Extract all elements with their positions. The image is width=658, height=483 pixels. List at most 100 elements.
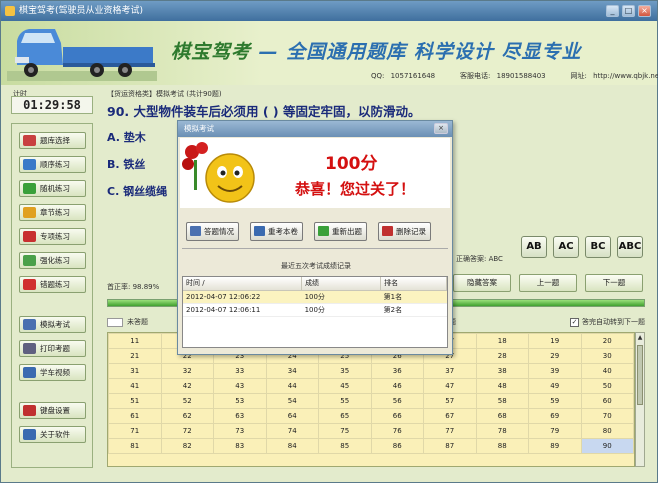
grid-cell[interactable]: 77 <box>423 423 477 439</box>
grid-cell[interactable]: 47 <box>423 378 477 394</box>
dialog-button-4[interactable]: 删除记录 <box>378 222 431 241</box>
sidebar-item-3[interactable]: 随机练习 <box>19 180 86 197</box>
dialog-button-2[interactable]: 重考本卷 <box>250 222 303 241</box>
records-column-header[interactable]: 排名 <box>380 277 447 291</box>
grid-cell[interactable]: 70 <box>580 408 634 424</box>
dialog-button-1[interactable]: 答题情况 <box>186 222 239 241</box>
sidebar-item-12[interactable]: 关于软件 <box>19 426 86 443</box>
sidebar-item-6[interactable]: 强化练习 <box>19 252 86 269</box>
scroll-up-icon[interactable]: ▲ <box>636 333 644 343</box>
grid-cell[interactable]: 11 <box>108 333 162 349</box>
sidebar-item-2[interactable]: 顺序练习 <box>19 156 86 173</box>
next-question-button[interactable]: 下一题 <box>585 274 643 292</box>
grid-cell[interactable]: 30 <box>580 348 634 364</box>
grid-cell[interactable]: 71 <box>108 423 162 439</box>
grid-cell[interactable]: 85 <box>318 438 372 454</box>
grid-cell[interactable]: 78 <box>475 423 529 439</box>
grid-cell[interactable]: 72 <box>160 423 214 439</box>
grid-cell[interactable]: 76 <box>370 423 424 439</box>
sidebar-item-8[interactable]: 模拟考试 <box>19 316 86 333</box>
grid-cell[interactable]: 69 <box>528 408 582 424</box>
grid-cell[interactable]: 42 <box>160 378 214 394</box>
grid-cell[interactable]: 19 <box>528 333 582 349</box>
grid-cell[interactable]: 37 <box>423 363 477 379</box>
hide-answer-button[interactable]: 隐藏答案 <box>453 274 511 292</box>
answer-bc-button[interactable]: BC <box>585 236 611 258</box>
grid-cell[interactable]: 48 <box>475 378 529 394</box>
grid-scrollbar[interactable]: ▲ <box>635 332 645 467</box>
grid-cell[interactable]: 59 <box>528 393 582 409</box>
records-column-header[interactable]: 时间 / <box>183 277 303 291</box>
grid-cell[interactable]: 65 <box>318 408 372 424</box>
sidebar-item-5[interactable]: 专项练习 <box>19 228 86 245</box>
dialog-button-3[interactable]: 重新出题 <box>314 222 367 241</box>
grid-cell[interactable]: 79 <box>528 423 582 439</box>
grid-cell[interactable]: 31 <box>108 363 162 379</box>
grid-cell[interactable]: 83 <box>213 438 267 454</box>
sidebar-item-4[interactable]: 章节练习 <box>19 204 86 221</box>
option-b[interactable]: B. 铁丝 <box>107 156 145 172</box>
grid-cell[interactable]: 63 <box>213 408 267 424</box>
close-button[interactable]: × <box>638 5 651 17</box>
grid-cell[interactable]: 53 <box>213 393 267 409</box>
grid-cell[interactable]: 81 <box>108 438 162 454</box>
sidebar-item-11[interactable]: 键盘设置 <box>19 402 86 419</box>
option-a[interactable]: A. 垫木 <box>107 129 146 145</box>
grid-cell[interactable]: 84 <box>265 438 319 454</box>
grid-cell[interactable]: 89 <box>528 438 582 454</box>
grid-cell[interactable]: 67 <box>423 408 477 424</box>
grid-cell[interactable]: 35 <box>318 363 372 379</box>
sidebar-item-1[interactable]: 题库选择 <box>19 132 86 149</box>
grid-cell[interactable]: 36 <box>370 363 424 379</box>
grid-cell[interactable]: 20 <box>580 333 634 349</box>
grid-cell[interactable]: 32 <box>160 363 214 379</box>
grid-cell[interactable]: 90 <box>580 438 634 454</box>
grid-cell[interactable]: 55 <box>318 393 372 409</box>
grid-cell[interactable]: 33 <box>213 363 267 379</box>
grid-cell[interactable]: 66 <box>370 408 424 424</box>
grid-cell[interactable]: 61 <box>108 408 162 424</box>
grid-cell[interactable]: 38 <box>475 363 529 379</box>
grid-cell[interactable]: 80 <box>580 423 634 439</box>
grid-cell[interactable]: 82 <box>160 438 214 454</box>
grid-cell[interactable]: 28 <box>475 348 529 364</box>
grid-cell[interactable]: 75 <box>318 423 372 439</box>
records-row[interactable]: 2012-04-07 12:06:22 100分 第1名 <box>183 290 447 304</box>
grid-cell[interactable]: 88 <box>475 438 529 454</box>
answer-abc-button[interactable]: ABC <box>617 236 643 258</box>
grid-cell[interactable]: 49 <box>528 378 582 394</box>
maximize-button[interactable]: □ <box>622 5 635 17</box>
answer-ab-button[interactable]: AB <box>521 236 547 258</box>
dialog-close-button[interactable]: × <box>434 123 448 134</box>
grid-cell[interactable]: 62 <box>160 408 214 424</box>
grid-cell[interactable]: 46 <box>370 378 424 394</box>
prev-question-button[interactable]: 上一题 <box>519 274 577 292</box>
grid-cell[interactable]: 64 <box>265 408 319 424</box>
grid-cell[interactable]: 44 <box>265 378 319 394</box>
option-c[interactable]: C. 钢丝缆绳 <box>107 183 167 199</box>
answer-ac-button[interactable]: AC <box>553 236 579 258</box>
grid-cell[interactable]: 73 <box>213 423 267 439</box>
grid-cell[interactable]: 87 <box>423 438 477 454</box>
grid-cell[interactable]: 50 <box>580 378 634 394</box>
grid-cell[interactable]: 52 <box>160 393 214 409</box>
grid-cell[interactable]: 60 <box>580 393 634 409</box>
grid-cell[interactable]: 45 <box>318 378 372 394</box>
grid-cell[interactable]: 54 <box>265 393 319 409</box>
grid-cell[interactable]: 68 <box>475 408 529 424</box>
grid-cell[interactable]: 86 <box>370 438 424 454</box>
grid-cell[interactable]: 21 <box>108 348 162 364</box>
records-row[interactable]: 2012-04-07 12:06:11 100分 第2名 <box>183 303 447 317</box>
auto-next-option[interactable]: ✓ 答完自动转到下一题 <box>570 317 645 327</box>
sidebar-item-10[interactable]: 学车视频 <box>19 364 86 381</box>
grid-cell[interactable]: 18 <box>475 333 529 349</box>
grid-cell[interactable]: 74 <box>265 423 319 439</box>
sidebar-item-7[interactable]: 错题练习 <box>19 276 86 293</box>
sidebar-item-9[interactable]: 打印考题 <box>19 340 86 357</box>
grid-cell[interactable]: 41 <box>108 378 162 394</box>
grid-cell[interactable]: 43 <box>213 378 267 394</box>
grid-cell[interactable]: 34 <box>265 363 319 379</box>
minimize-button[interactable]: _ <box>606 5 619 17</box>
scroll-thumb[interactable] <box>637 345 643 405</box>
grid-cell[interactable]: 29 <box>528 348 582 364</box>
